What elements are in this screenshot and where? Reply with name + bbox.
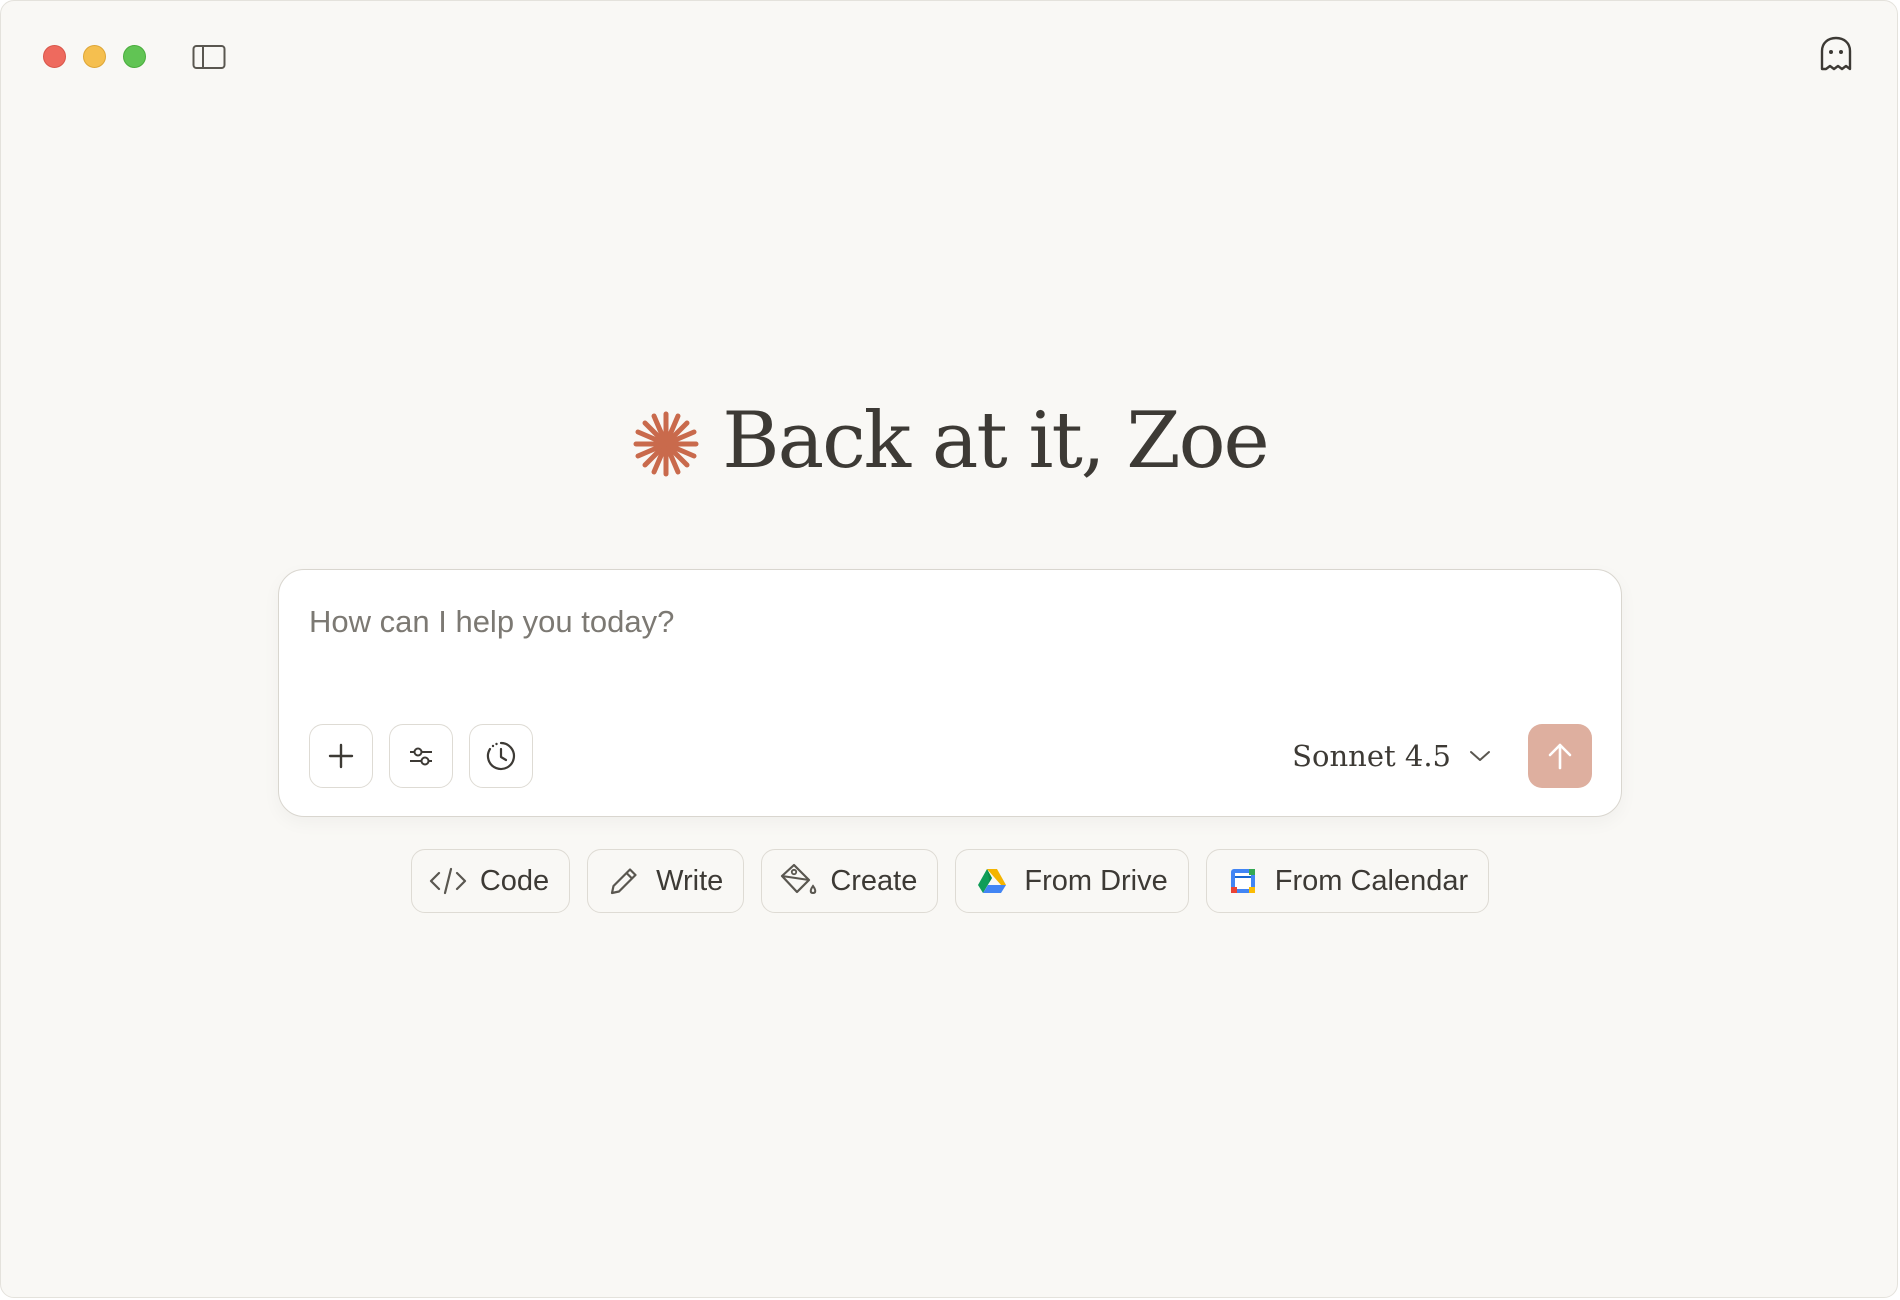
chip-create[interactable]: Create (761, 849, 939, 913)
chip-label: Create (830, 864, 918, 897)
history-button[interactable] (469, 724, 533, 788)
chip-label: From Drive (1024, 864, 1168, 897)
greeting-title: Back at it, Zoe (722, 396, 1269, 486)
chevron-down-icon (1470, 751, 1490, 761)
sidebar-toggle-button[interactable] (191, 43, 227, 71)
model-selector[interactable]: Sonnet 4.5 (1292, 724, 1491, 788)
clock-icon (486, 741, 516, 771)
google-drive-icon (978, 869, 1007, 893)
add-attachment-button[interactable] (309, 724, 373, 788)
message-input[interactable] (309, 600, 1589, 644)
window-close-button[interactable] (43, 45, 66, 68)
chip-from-calendar[interactable]: From Calendar (1205, 849, 1490, 913)
chip-label: Write (656, 864, 724, 897)
chip-label: Code (479, 864, 550, 897)
paint-bucket-icon (781, 863, 817, 895)
chip-label: From Calendar (1274, 864, 1469, 897)
code-icon (429, 867, 466, 895)
sliders-icon (410, 747, 432, 766)
chip-write[interactable]: Write (587, 849, 745, 913)
tools-settings-button[interactable] (389, 724, 453, 788)
incognito-button[interactable] (1815, 33, 1857, 75)
chip-code[interactable]: Code (410, 849, 571, 913)
arrow-up-icon (1548, 743, 1572, 770)
chip-from-drive[interactable]: From Drive (955, 849, 1189, 913)
window-minimize-button[interactable] (83, 45, 106, 68)
pencil-icon (611, 868, 637, 895)
model-label: Sonnet 4.5 (1292, 739, 1451, 773)
app-window: Back at it, Zoe How can I help you today… (0, 0, 1898, 1298)
greeting: Back at it, Zoe (1, 396, 1897, 486)
plus-icon (328, 743, 354, 769)
window-maximize-button[interactable] (123, 45, 146, 68)
sparkle-icon (633, 411, 699, 477)
suggestion-chips: Code Write Create From Drive From Calend… (1, 849, 1897, 913)
google-calendar-icon (1230, 869, 1255, 893)
send-button[interactable] (1528, 724, 1592, 788)
sidebar-icon (192, 45, 226, 69)
message-composer: Sonnet 4.5 (278, 569, 1622, 817)
ghost-icon (1820, 36, 1852, 71)
